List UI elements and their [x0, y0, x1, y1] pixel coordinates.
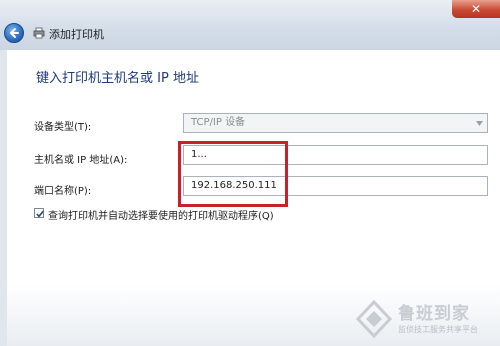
watermark: 鲁班到家 监侦技工服务共享平台: [354, 297, 500, 346]
close-icon: ✕: [470, 2, 482, 16]
port-name-label: 端口名称(P):: [34, 186, 92, 197]
watermark-title: 鲁班到家: [398, 304, 470, 324]
close-button[interactable]: ✕: [452, 0, 500, 18]
window-titlebar: ✕ 添加打印机: [0, 0, 500, 50]
watermark-subtitle: 监侦技工服务共享平台: [398, 325, 478, 334]
device-type-select[interactable]: TCP/IP 设备: [183, 113, 488, 133]
page-heading: 键入打印机主机名或 IP 地址: [36, 71, 199, 86]
device-type-label: 设备类型(T):: [34, 122, 92, 133]
auto-detect-label: 查询打印机并自动选择要使用的打印机驱动程序(Q): [48, 211, 274, 222]
add-printer-window: ✕ 添加打印机 键入打印机主机名或 IP 地址 设备类型(T): TCP/IP …: [0, 0, 500, 346]
window-title: 添加打印机: [49, 28, 104, 41]
checkmark-icon: [36, 210, 44, 218]
watermark-logo-icon: [355, 299, 393, 339]
auto-detect-checkbox[interactable]: [34, 208, 44, 218]
back-arrow-icon: [10, 28, 19, 38]
hostname-label: 主机名或 IP 地址(A):: [34, 155, 128, 166]
device-type-value: TCP/IP 设备: [191, 117, 246, 128]
chevron-down-icon: [476, 121, 483, 126]
highlight-annotation: [178, 141, 288, 207]
printer-icon: [33, 27, 45, 39]
back-button[interactable]: [4, 23, 24, 43]
